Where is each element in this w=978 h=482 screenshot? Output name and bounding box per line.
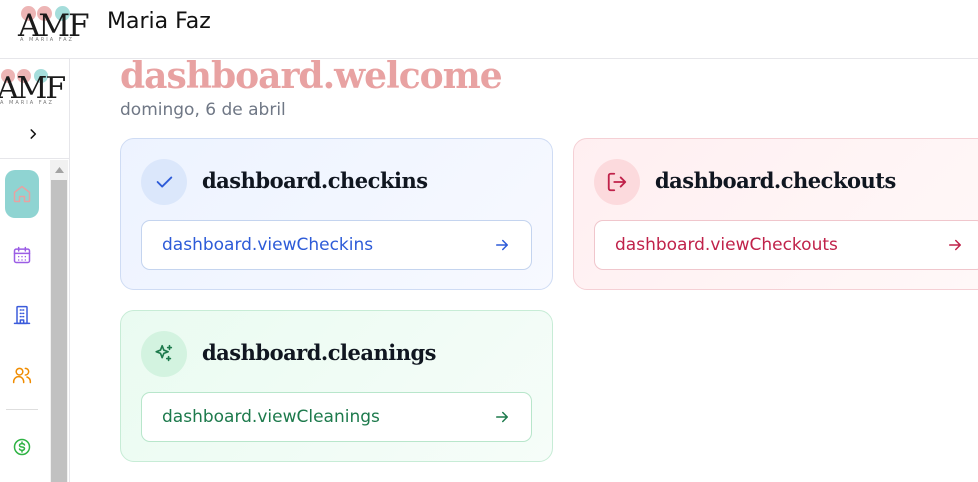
sidebar-logo[interactable]: AMF A MARIA FAZ <box>0 67 68 109</box>
checkins-title: dashboard.checkins <box>202 168 428 193</box>
current-date: domingo, 6 de abril <box>120 100 286 120</box>
cleanings-title: dashboard.cleanings <box>202 340 437 365</box>
brand-logo[interactable]: AMF A MARIA FAZ <box>18 4 98 44</box>
triangle-up-icon <box>54 167 64 173</box>
users-icon <box>12 367 32 384</box>
view-checkouts-button[interactable]: dashboard.viewCheckouts <box>594 220 978 270</box>
check-icon <box>156 176 173 188</box>
view-checkins-label: dashboard.viewCheckins <box>162 235 374 255</box>
cleanings-card: dashboard.cleanings dashboard.viewCleani… <box>120 310 553 462</box>
home-icon <box>13 185 31 203</box>
view-checkouts-label: dashboard.viewCheckouts <box>615 235 838 255</box>
sparkles-icon <box>155 344 173 362</box>
cleanings-icon-badge <box>141 331 187 377</box>
calendar-icon <box>13 246 31 264</box>
sidebar-nav-divider <box>6 409 38 410</box>
sidebar-item-finance[interactable] <box>5 423 39 471</box>
building-icon <box>13 305 31 325</box>
arrow-right-icon <box>949 239 961 251</box>
logo-subtitle: A MARIA FAZ <box>20 37 74 43</box>
app-title: Maria Faz <box>107 9 211 34</box>
sidebar-item-properties[interactable] <box>5 291 39 339</box>
checkins-icon-badge <box>141 159 187 205</box>
checkouts-card: dashboard.checkouts dashboard.viewChecko… <box>573 138 978 290</box>
scrollbar-thumb[interactable] <box>51 180 67 482</box>
sidebar-item-users[interactable] <box>5 351 39 399</box>
arrow-right-icon <box>496 239 508 251</box>
view-cleanings-label: dashboard.viewCleanings <box>162 407 380 427</box>
view-cleanings-button[interactable]: dashboard.viewCleanings <box>141 392 532 442</box>
checkouts-title: dashboard.checkouts <box>655 168 896 193</box>
logo-subtitle: A MARIA FAZ <box>0 100 54 106</box>
dollar-icon <box>13 438 31 456</box>
sidebar-item-home[interactable] <box>5 170 39 218</box>
top-bar: AMF A MARIA FAZ Maria Faz <box>0 0 978 59</box>
checkouts-icon-badge <box>594 159 640 205</box>
sidebar-item-calendar[interactable] <box>5 231 39 279</box>
chevron-right-icon <box>30 129 37 139</box>
sidebar: AMF A MARIA FAZ <box>0 59 70 482</box>
sidebar-divider <box>0 158 69 159</box>
arrow-right-icon <box>496 411 508 423</box>
checkins-card: dashboard.checkins dashboard.viewCheckin… <box>120 138 553 290</box>
view-checkins-button[interactable]: dashboard.viewCheckins <box>141 220 532 270</box>
log-out-icon <box>607 172 627 192</box>
page-title: dashboard.welcome <box>120 55 503 97</box>
scroll-up-arrow[interactable] <box>50 163 68 177</box>
sidebar-collapse-button[interactable] <box>20 121 46 147</box>
